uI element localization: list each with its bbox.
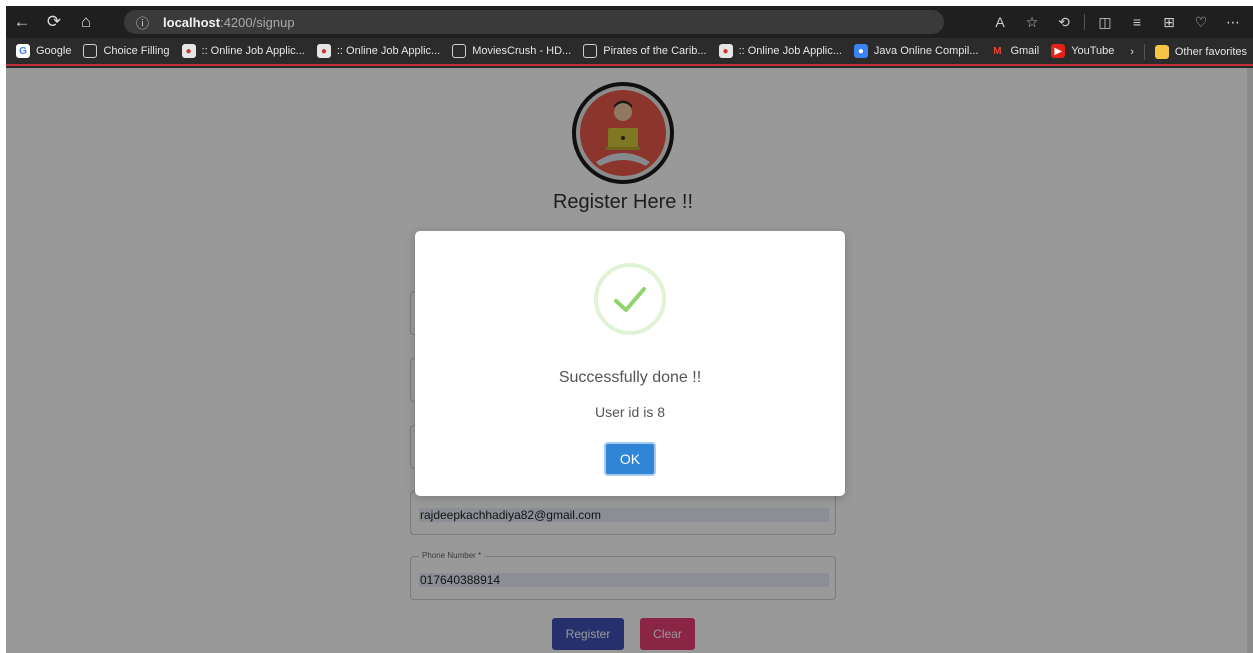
- bookmark-pirates[interactable]: Pirates of the Carib...: [577, 37, 712, 65]
- favorites-icon[interactable]: ≡: [1121, 6, 1153, 38]
- dialog-message: User id is 8: [594, 404, 666, 420]
- ok-button[interactable]: OK: [604, 442, 656, 476]
- logo-icon: ●: [718, 44, 733, 58]
- bookmark-label: Other favorites: [1174, 46, 1247, 58]
- url-host: localhost: [163, 14, 221, 30]
- split-screen-icon[interactable]: ◫: [1089, 6, 1121, 38]
- bookmark-gmail[interactable]: M Gmail: [984, 37, 1045, 65]
- page-icon: [583, 44, 598, 58]
- logo-icon: ●: [316, 44, 331, 58]
- bookmark-label: Gmail: [1010, 45, 1040, 57]
- bookmark-youtube[interactable]: ▶ YouTube: [1045, 37, 1120, 65]
- more-icon[interactable]: ⋯: [1217, 6, 1249, 38]
- browser-chrome: ← ⟳ ⌂ ⓘ localhost:4200/signup A ☆ ⟲ ◫ ≡ …: [6, 6, 1253, 68]
- toolbar-divider: [1084, 14, 1085, 30]
- health-icon[interactable]: ♡: [1185, 6, 1217, 38]
- success-check-icon: [594, 263, 666, 335]
- bookmark-label: MoviesCrush - HD...: [472, 45, 572, 57]
- bookmark-label: YouTube: [1071, 45, 1115, 57]
- page-scrollbar[interactable]: [1247, 68, 1253, 653]
- collections-icon[interactable]: ⊞: [1153, 6, 1185, 38]
- google-icon: G: [16, 44, 30, 58]
- bookmark-label: Choice Filling: [103, 45, 170, 57]
- refresh-icon[interactable]: ⟳: [38, 6, 70, 38]
- bookmark-choice-filling[interactable]: Choice Filling: [77, 37, 175, 65]
- dialog-title: Successfully done !!: [558, 369, 702, 386]
- bookmark-label: :: Online Job Applic...: [738, 45, 842, 57]
- address-bar-row: ← ⟳ ⌂ ⓘ localhost:4200/signup A ☆ ⟲ ◫ ≡ …: [6, 6, 1253, 38]
- page-viewport: Register Here !! rajdeepkachhadiya82@gma…: [6, 68, 1253, 653]
- bookmark-label: :: Online Job Applic...: [336, 45, 441, 57]
- bookmark-google[interactable]: G Google: [10, 37, 77, 65]
- bookmark-label: :: Online Job Applic...: [201, 45, 305, 57]
- extensions-icon[interactable]: ⟲: [1048, 6, 1080, 38]
- url-path: :4200/signup: [220, 14, 295, 30]
- folder-icon: [1154, 45, 1169, 59]
- bookmarks-overflow-chevron-icon[interactable]: ›: [1124, 38, 1140, 66]
- bookmark-job-application-1[interactable]: ●:: Online Job Applic...: [176, 37, 311, 65]
- bookmark-label: Pirates of the Carib...: [603, 45, 707, 57]
- home-icon[interactable]: ⌂: [70, 6, 102, 38]
- youtube-icon: ▶: [1051, 44, 1066, 58]
- bookmark-label: Google: [36, 45, 72, 57]
- toolbar-icons: A ☆ ⟲ ◫ ≡ ⊞ ♡ ⋯: [984, 6, 1249, 38]
- back-arrow-icon[interactable]: ←: [6, 6, 38, 38]
- read-aloud-icon[interactable]: A: [984, 6, 1016, 38]
- bookmarks-bar: G Google Choice Filling ●:: Online Job Ap…: [6, 38, 1253, 66]
- java-icon: ●: [853, 44, 868, 58]
- bookmark-label: Java Online Compil...: [873, 45, 979, 57]
- page-icon: [83, 44, 98, 58]
- bookmark-other-favorites[interactable]: Other favorites: [1149, 38, 1253, 66]
- favorite-star-icon[interactable]: ☆: [1016, 6, 1048, 38]
- gmail-icon: M: [993, 45, 1002, 57]
- success-dialog: Successfully done !! User id is 8 OK: [415, 231, 845, 496]
- bookmark-movies-crush[interactable]: MoviesCrush - HD...: [446, 37, 577, 65]
- bookmark-java-compiler[interactable]: ● Java Online Compil...: [848, 37, 985, 65]
- page-icon: [452, 44, 467, 58]
- site-info-icon[interactable]: ⓘ: [136, 13, 149, 32]
- bookmarks-divider: [1143, 44, 1145, 60]
- logo-icon: ●: [181, 44, 196, 58]
- bookmarks-right: › Other favorites: [1124, 38, 1253, 66]
- bookmark-job-application-3[interactable]: ●:: Online Job Applic...: [713, 37, 848, 65]
- address-input[interactable]: ⓘ localhost:4200/signup: [124, 10, 944, 34]
- bookmark-job-application-2[interactable]: ●:: Online Job Applic...: [311, 37, 446, 65]
